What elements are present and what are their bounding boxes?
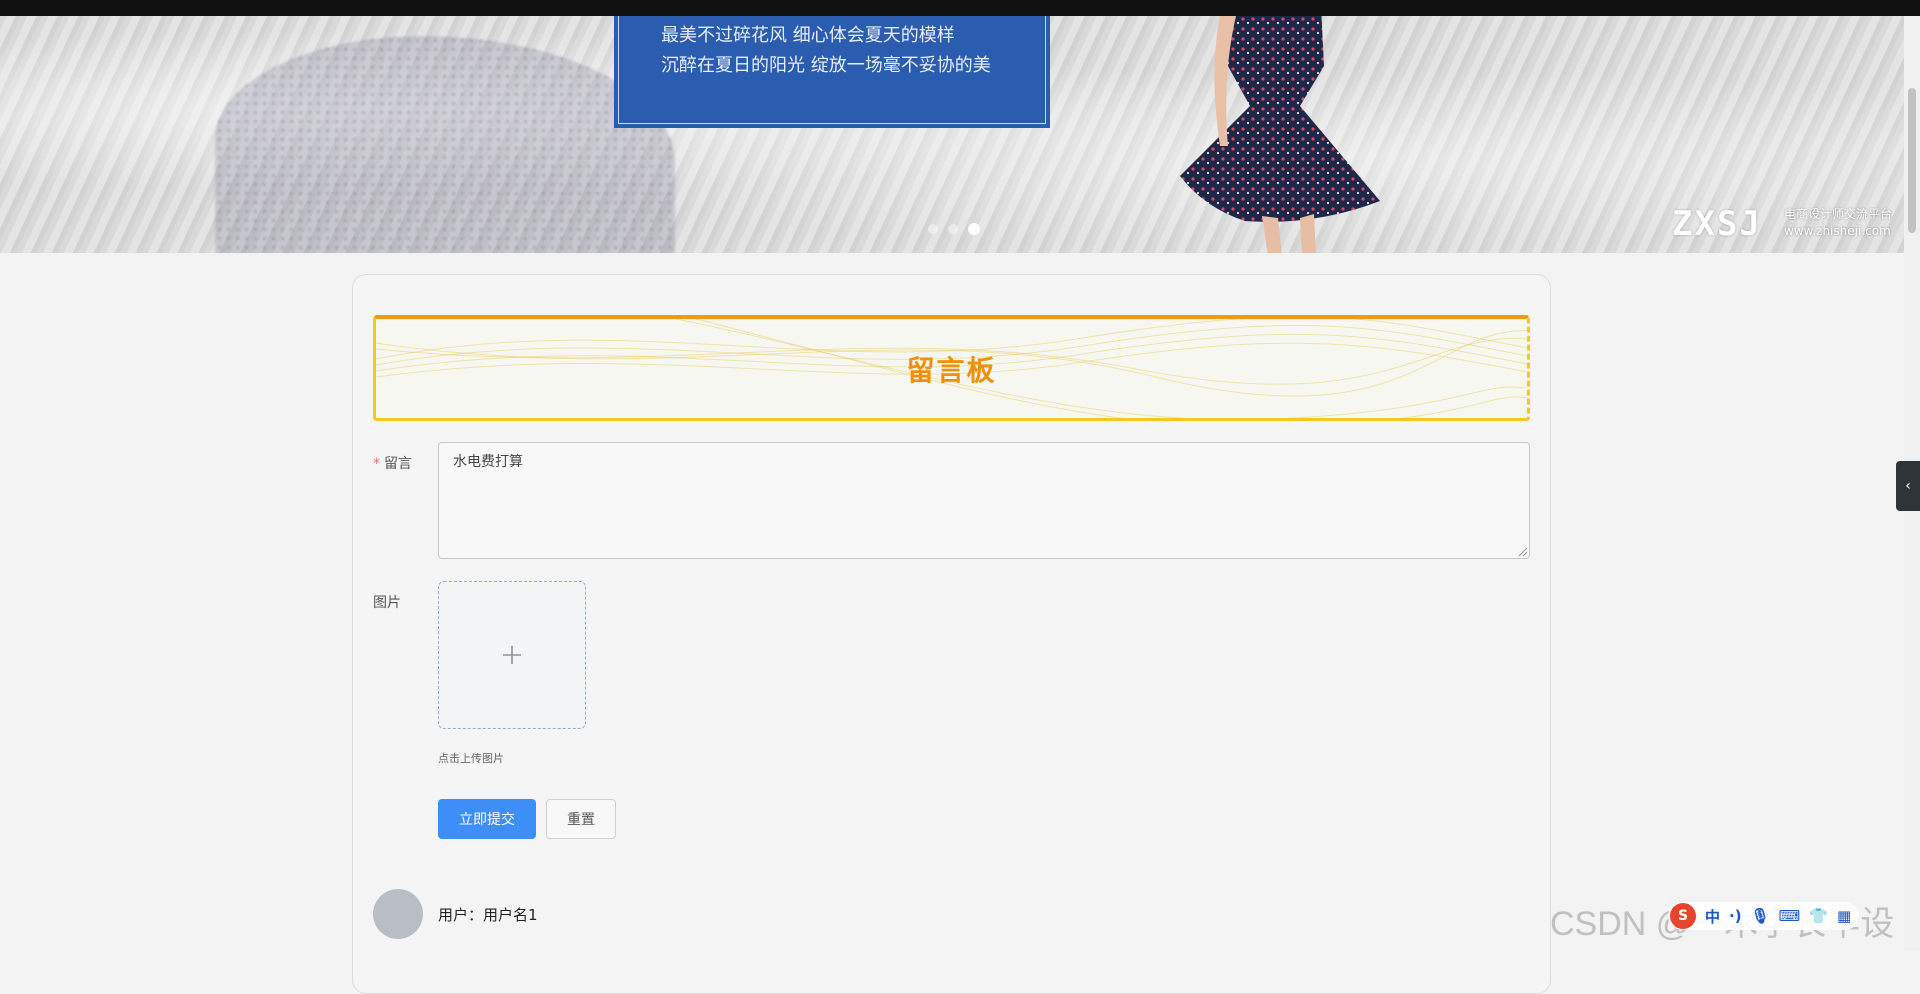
message-label: * 留言 xyxy=(373,453,412,473)
banner-text-line-1: 最美不过碎花风 细心体会夏天的模样 xyxy=(661,25,955,46)
carousel-dot-3[interactable] xyxy=(968,223,980,235)
plus-icon xyxy=(503,646,521,664)
message-board-header: 留言板 xyxy=(373,315,1530,421)
carousel-dot-2[interactable] xyxy=(948,224,958,234)
ime-microphone-icon[interactable]: 🎙 xyxy=(1751,907,1770,925)
message-textarea[interactable]: 水电费打算 xyxy=(438,442,1530,559)
image-label: 图片 xyxy=(373,595,401,611)
ime-toolbar[interactable]: S 中 ·) 🎙 ⌨ 👕 ▦ xyxy=(1668,902,1860,930)
scrollbar-thumb[interactable] xyxy=(1908,88,1916,233)
ime-logo-icon: S xyxy=(1670,903,1696,929)
carousel-indicator xyxy=(928,223,980,235)
message-textarea-value: 水电费打算 xyxy=(453,454,523,470)
message-board-title: 留言板 xyxy=(906,353,997,387)
banner-background-model xyxy=(215,36,675,253)
reset-button[interactable]: 重置 xyxy=(546,799,616,839)
banner-brand-text-1: 电商设计师交流平台 xyxy=(1784,207,1893,221)
banner-text-line-2: 沉醉在夏日的阳光 绽放一场毫不妥协的美 xyxy=(661,55,991,76)
ime-toolbox-icon[interactable]: ▦ xyxy=(1837,907,1851,925)
browser-top-bar xyxy=(0,0,1920,16)
message-label-text: 留言 xyxy=(384,456,412,472)
image-upload-box[interactable] xyxy=(438,581,586,729)
avatar xyxy=(373,889,423,939)
comment-username: 用户：用户名1 xyxy=(438,906,538,924)
banner-model-dress-image xyxy=(1180,16,1380,253)
banner-text-box: 最美不过碎花风 细心体会夏天的模样 沉醉在夏日的阳光 绽放一场毫不妥协的美 xyxy=(614,16,1050,128)
banner-brand-text: 电商设计师交流平台 www.zhisheji.com xyxy=(1784,206,1892,240)
required-asterisk: * xyxy=(373,456,380,472)
ime-punctuation-icon[interactable]: ·) xyxy=(1729,907,1742,925)
submit-button[interactable]: 立即提交 xyxy=(438,799,536,839)
ime-skin-icon[interactable]: 👕 xyxy=(1809,907,1828,925)
ime-chinese-mode[interactable]: 中 xyxy=(1705,906,1720,927)
message-board-card: 留言板 * 留言 水电费打算 图片 点击上传图片 立即提交 重置 用户：用户名1 xyxy=(352,274,1551,994)
chevron-left-icon: ‹ xyxy=(1905,478,1911,494)
banner-brand-logo: ZXSJ xyxy=(1672,204,1762,244)
hero-banner-carousel[interactable]: 最美不过碎花风 细心体会夏天的模样 沉醉在夏日的阳光 绽放一场毫不妥协的美 ZX… xyxy=(0,16,1904,253)
upload-tip: 点击上传图片 xyxy=(438,752,504,765)
banner-brand-text-2: www.zhisheji.com xyxy=(1784,224,1891,238)
side-collapse-tab[interactable]: ‹ xyxy=(1896,461,1920,511)
ime-keyboard-icon[interactable]: ⌨ xyxy=(1779,907,1801,925)
carousel-dot-1[interactable] xyxy=(928,224,938,234)
resize-handle-icon[interactable] xyxy=(1519,548,1527,556)
